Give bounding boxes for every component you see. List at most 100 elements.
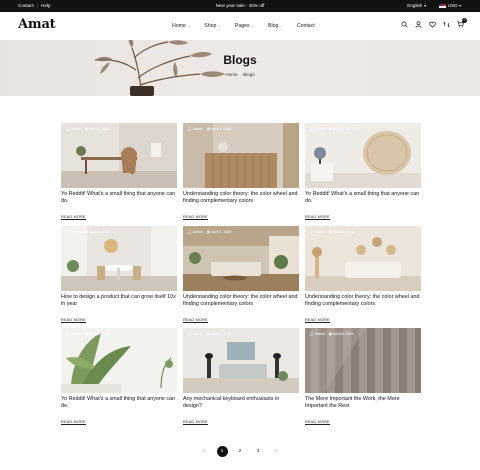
breadcrumb-home-link[interactable]: Home (225, 72, 237, 77)
read-more-link[interactable]: READ MORE (61, 420, 86, 425)
calendar-icon: ▦ (328, 127, 333, 131)
post-date: ▦ April 6, 2025 (85, 230, 110, 234)
post-title[interactable]: Understanding color theory: the color wh… (183, 294, 299, 308)
language-selector[interactable]: English▼ (407, 3, 427, 8)
author-name: Admin (70, 332, 81, 336)
post-author[interactable]: 👤︎ Admin (309, 127, 325, 131)
post-date: ▦ April 6, 2025 (85, 127, 110, 131)
prev-page-button[interactable]: ‹ (199, 446, 210, 457)
post-title[interactable]: The More Important the Work, the More Im… (305, 396, 421, 410)
post-title[interactable]: How to design a product that can grow it… (61, 294, 177, 308)
blog-card-image[interactable]: 👤︎ Admin ▦ April 6, 2025 (183, 328, 299, 393)
date-text: April 6, 2025 (89, 127, 110, 131)
post-title[interactable]: Yo Reddit! What's a small thing that any… (305, 191, 421, 205)
post-meta: 👤︎ Admin ▦ April 6, 2025 (65, 332, 109, 336)
calendar-icon: ▦ (206, 127, 211, 131)
blog-card-image[interactable]: 👤︎ Admin ▦ April 6, 2025 (61, 328, 177, 393)
nav-label: Shop (204, 23, 217, 29)
chevron-down-icon: ⌄ (187, 24, 191, 28)
post-author[interactable]: 👤︎ Admin (187, 332, 203, 336)
post-title[interactable]: Understanding color theory: the color wh… (183, 191, 299, 205)
post-author[interactable]: 👤︎ Admin (187, 230, 203, 234)
main-nav: Home ⌄ Shop ⌄ Pages ⌄ Blog ⌄ Contact (172, 23, 315, 29)
breadcrumb-current: Blogs (243, 72, 255, 77)
chevron-down-icon: ▼ (423, 4, 427, 9)
blog-card-image[interactable]: 👤︎ Admin ▦ April 6, 2025 (183, 123, 299, 188)
blog-card-image[interactable]: 👤︎ Admin ▦ April 6, 2025 (61, 226, 177, 291)
nav-item-pages[interactable]: Pages ⌄ (235, 23, 254, 29)
post-title[interactable]: Understanding color theory: the color wh… (305, 294, 421, 308)
next-page-button[interactable]: › (271, 446, 282, 457)
blog-card: 👤︎ Admin ▦ April 6, 2025 Yo Reddit! What's… (305, 123, 421, 223)
user-icon[interactable] (415, 21, 422, 28)
post-author[interactable]: 👤︎ Admin (309, 332, 325, 336)
read-more-link[interactable]: READ MORE (183, 215, 208, 220)
cart-button[interactable]: 0 (457, 18, 467, 28)
search-icon[interactable] (401, 21, 408, 28)
post-date: ▦ April 6, 2025 (207, 332, 232, 336)
author-name: Admin (192, 332, 203, 336)
nav-item-shop[interactable]: Shop ⌄ (204, 23, 221, 29)
currency-selector[interactable]: USD▼ (438, 3, 462, 9)
author-name: Admin (192, 230, 203, 234)
calendar-icon: ▦ (84, 230, 89, 234)
blog-card: 👤︎ Admin ▦ April 6, 2025 Understanding col… (183, 123, 299, 223)
post-title[interactable]: Any mechanical keyboard enthusiasts in d… (183, 396, 299, 410)
nav-item-contact[interactable]: Contact (297, 23, 315, 29)
blog-card-image[interactable]: 👤︎ Admin ▦ April 6, 2025 (305, 328, 421, 393)
page-1-button[interactable]: 1 (216, 446, 228, 457)
post-title[interactable]: Yo Reddit! What's a small thing that any… (61, 396, 177, 410)
post-author[interactable]: 👤︎ Admin (309, 230, 325, 234)
blog-card: 👤︎ Admin ▦ April 6, 2025 Understanding col… (305, 226, 421, 326)
read-more-link[interactable]: READ MORE (183, 420, 208, 425)
nav-label: Contact (296, 23, 315, 29)
chevron-down-icon: ⌄ (251, 24, 254, 28)
date-text: April 6, 2025 (211, 127, 232, 131)
read-more-link[interactable]: READ MORE (305, 215, 330, 220)
user-icon: 👤︎ (309, 127, 314, 131)
read-more-link[interactable]: READ MORE (183, 318, 208, 323)
nav-item-blog[interactable]: Blog ⌄ (268, 23, 283, 29)
page-2-button[interactable]: 2 (235, 446, 246, 457)
language-label: English (407, 3, 423, 9)
blog-card-image[interactable]: 👤︎ Admin ▦ April 6, 2025 (305, 226, 421, 291)
breadcrumb: Home · Blogs (0, 72, 480, 77)
post-title[interactable]: Yo Reddit! What's a small thing that any… (61, 191, 177, 205)
read-more-link[interactable]: READ MORE (305, 318, 330, 323)
date-text: April 6, 2025 (89, 332, 110, 336)
user-icon: 👤︎ (65, 332, 70, 336)
author-name: Admin (314, 230, 325, 234)
page-3-button[interactable]: 3 (253, 446, 264, 457)
site-logo[interactable]: Amat (18, 17, 56, 32)
read-more-link[interactable]: READ MORE (61, 215, 86, 220)
blog-card-image[interactable]: 👤︎ Admin ▦ April 6, 2025 (305, 123, 421, 188)
header-icons: 0 (401, 18, 467, 28)
post-author[interactable]: 👤︎ Admin (65, 127, 81, 131)
date-text: April 6, 2025 (89, 230, 110, 234)
nav-item-home[interactable]: Home ⌄ (172, 23, 190, 29)
post-author[interactable]: 👤︎ Admin (65, 332, 81, 336)
compare-icon[interactable] (443, 21, 450, 28)
blog-card-image[interactable]: 👤︎ Admin ▦ April 6, 2025 (61, 123, 177, 188)
read-more-link[interactable]: READ MORE (305, 420, 330, 425)
post-author[interactable]: 👤︎ Admin (187, 127, 203, 131)
post-meta: 👤︎ Admin ▦ April 6, 2025 (309, 127, 353, 131)
post-date: ▦ April 6, 2025 (329, 230, 354, 234)
calendar-icon: ▦ (328, 230, 333, 234)
pagination: ‹ 1 2 3 › (0, 446, 480, 457)
blog-card-image[interactable]: 👤︎ Admin ▦ April 6, 2025 (183, 226, 299, 291)
chevron-down-icon: ⌄ (279, 24, 283, 28)
blog-card: 👤︎ Admin ▦ April 6, 2025 Any mechanical ke… (183, 328, 299, 428)
post-date: ▦ April 6, 2025 (207, 127, 232, 131)
calendar-icon: ▦ (206, 230, 211, 234)
heart-icon[interactable] (429, 21, 436, 28)
blog-card: 👤︎ Admin ▦ April 6, 2025 Understanding col… (183, 226, 299, 326)
author-name: Admin (70, 127, 81, 131)
calendar-icon: ▦ (328, 332, 333, 336)
calendar-icon: ▦ (84, 127, 89, 131)
chevron-left-icon: ‹ (203, 449, 205, 454)
post-meta: 👤︎ Admin ▦ April 6, 2025 (65, 230, 109, 234)
post-author[interactable]: 👤︎ Admin (65, 230, 81, 234)
read-more-link[interactable]: READ MORE (61, 318, 86, 323)
page-title: Blogs (223, 53, 257, 67)
